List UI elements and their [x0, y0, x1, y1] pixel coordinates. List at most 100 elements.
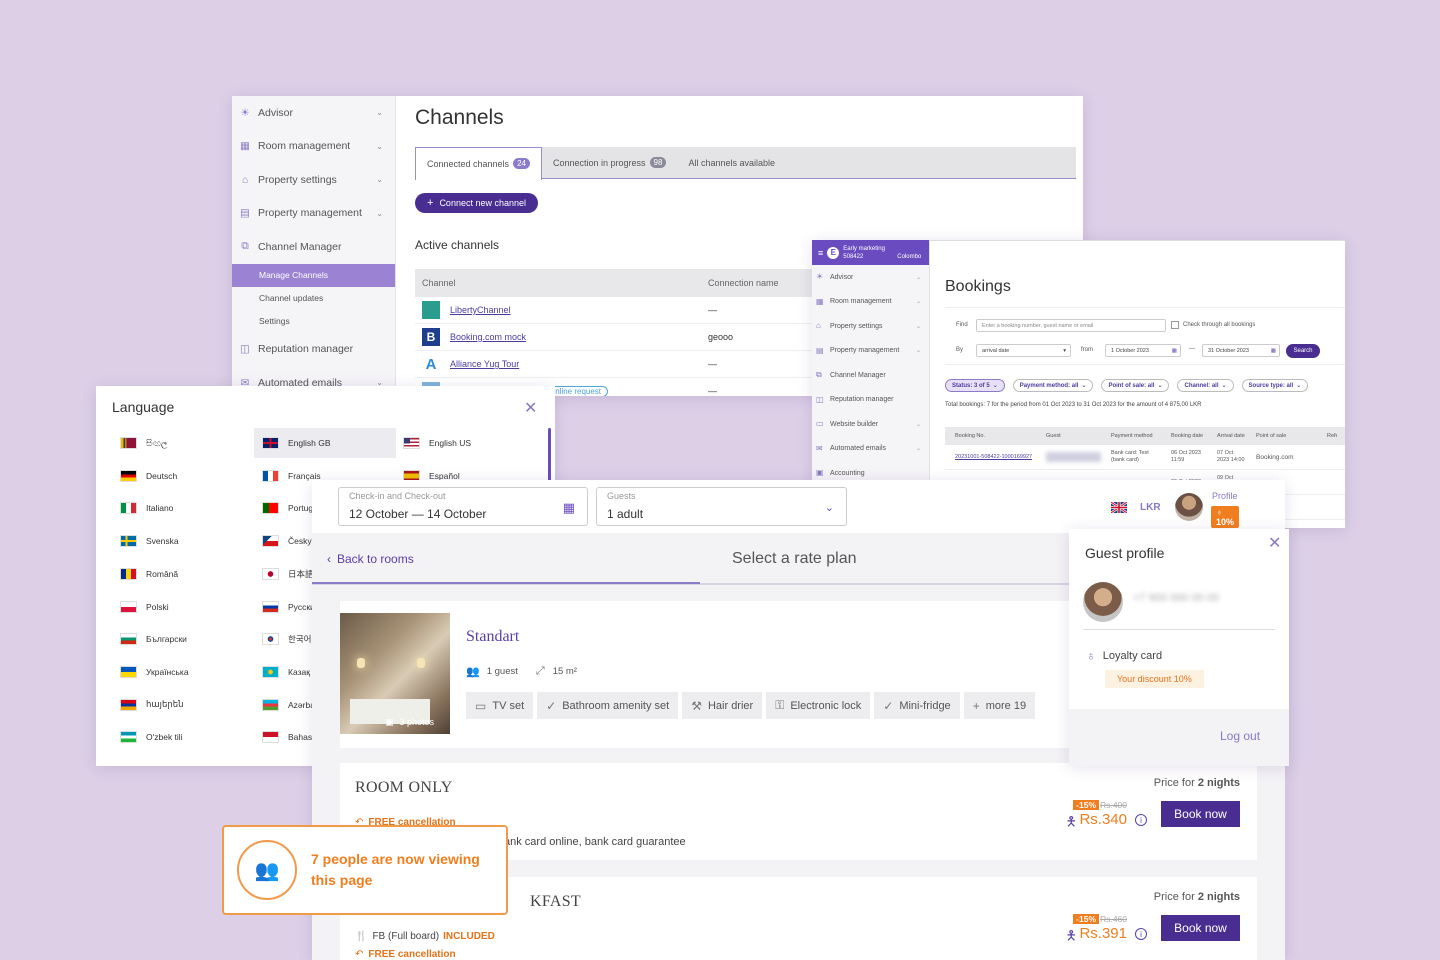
- sidebar-item[interactable]: ⌂ Property settings ⌄: [812, 314, 929, 339]
- sidebar-subitem[interactable]: Channel updates: [232, 287, 395, 310]
- room-photo[interactable]: ▣ 3 photos: [340, 613, 450, 734]
- flag-fr-icon: [262, 469, 279, 482]
- book-now-button[interactable]: Book now: [1161, 801, 1240, 827]
- tab-channels[interactable]: Connection in progress 98: [542, 147, 677, 178]
- property-header[interactable]: ≡ E Early marketing 508422 Colombo: [812, 240, 929, 265]
- sidebar-item[interactable]: ⌂ Property settings ⌄: [232, 163, 395, 197]
- search-button[interactable]: Search: [1286, 344, 1320, 358]
- currency-selector[interactable]: LKR: [1140, 502, 1161, 513]
- close-icon[interactable]: ✕: [1268, 533, 1281, 553]
- more-amenities-button[interactable]: + more 19: [963, 692, 1036, 719]
- avatar[interactable]: [1174, 493, 1203, 521]
- channel-link[interactable]: Booking.com mock: [450, 332, 526, 342]
- sidebar-item[interactable]: ◫ Reputation manager: [812, 388, 929, 413]
- sidebar-subitem[interactable]: Settings: [232, 310, 395, 333]
- logout-link[interactable]: Log out: [1220, 729, 1260, 743]
- filter-chip[interactable]: Payment method: all ⌄: [1012, 379, 1094, 392]
- dates-field[interactable]: Check-in and Check-out 12 October — 14 O…: [338, 487, 588, 526]
- amenity-chip: ⚒ Hair drier: [682, 692, 763, 719]
- sidebar-item[interactable]: ◫ Reputation manager: [232, 333, 395, 367]
- booking-search-input[interactable]: Enter a booking number, guest name or em…: [976, 319, 1166, 332]
- sidebar-item[interactable]: ⧉ Channel Manager: [812, 363, 929, 388]
- table-row[interactable]: B Booking.com mock gеооо: [415, 324, 845, 351]
- checkbox[interactable]: [1171, 321, 1179, 329]
- close-icon[interactable]: ✕: [524, 398, 537, 418]
- language-option[interactable]: հայերեն: [112, 690, 254, 720]
- sidebar-item[interactable]: ▦ Room management ⌄: [812, 290, 929, 315]
- channel-link[interactable]: Alliance Yug Tour: [450, 359, 519, 369]
- info-icon[interactable]: i: [1135, 928, 1147, 940]
- filter-chip[interactable]: Channel: all ⌄: [1177, 379, 1234, 392]
- uk-flag-icon[interactable]: [1111, 501, 1127, 513]
- photos-count[interactable]: ▣ 3 photos: [385, 717, 434, 728]
- table-row[interactable]: LibertyChannel —: [415, 297, 845, 324]
- chevron-down-icon: ⌄: [915, 299, 921, 306]
- tab-channels[interactable]: Connected channels 24: [415, 146, 542, 180]
- sidebar-item[interactable]: ☀ Advisor ⌄: [812, 265, 929, 290]
- sidebar-item[interactable]: ▤ Property management ⌄: [812, 339, 929, 364]
- scrollbar[interactable]: [548, 428, 551, 483]
- connection-name: —: [708, 386, 717, 396]
- language-option[interactable]: Polski: [112, 592, 254, 622]
- language-label: Українська: [146, 666, 189, 677]
- guests-field[interactable]: Guests 1 adult ⌄: [596, 487, 847, 526]
- filter-chip[interactable]: Source type: all ⌄: [1241, 379, 1309, 392]
- flag-cz-icon: [262, 535, 279, 548]
- amenities-list: ▭ TV set ✓ Bathroom amenity set ⚒ Hair drier ⚿…: [466, 692, 1039, 719]
- date-type-select[interactable]: arrival date ▾: [976, 344, 1071, 357]
- tab-channels[interactable]: All channels available: [677, 147, 786, 178]
- connect-channel-button[interactable]: + Connect new channel: [415, 193, 538, 213]
- language-option[interactable]: Svenska: [112, 526, 254, 556]
- medal-icon: ♁: [1086, 648, 1096, 663]
- info-icon[interactable]: i: [1135, 814, 1147, 826]
- table-cell[interactable]: 20231001-508422-1000169927: [945, 454, 1036, 461]
- language-option[interactable]: Български: [112, 624, 254, 654]
- sidebar-item-label: Reputation manager: [258, 343, 354, 356]
- sidebar-item[interactable]: ▤ Property management ⌄: [232, 197, 395, 231]
- table-row[interactable]: 20231001-508422-1000169927 Bank card: Tes…: [945, 445, 1345, 470]
- language-label: English GB: [288, 438, 331, 448]
- bookings-filter: Find Enter a booking number, guest name …: [945, 307, 1345, 365]
- loyalty-card: ♁ Loyalty card: [1086, 648, 1163, 663]
- language-option[interactable]: Deutsch: [112, 461, 254, 491]
- filter-chip[interactable]: Status: 3 of 5 ⌄: [945, 379, 1005, 392]
- language-option[interactable]: English GB: [254, 428, 396, 458]
- language-option[interactable]: Українська: [112, 657, 254, 687]
- chevron-down-icon: ⌄: [915, 348, 921, 355]
- column-header: Channel: [422, 278, 456, 288]
- menu-icon[interactable]: ≡: [818, 248, 823, 258]
- table-body: LibertyChannel — B Booking.com mock gеооо A Al…: [415, 297, 845, 396]
- rate-plan-name: ROOM ONLY: [355, 779, 453, 796]
- chevron-down-icon: ⌄: [1157, 383, 1163, 389]
- sidebar-item[interactable]: ⧉ Channel Manager: [232, 230, 395, 264]
- back-to-rooms-link[interactable]: ‹ Back to rooms: [327, 552, 414, 566]
- chevron-down-icon: ⌄: [915, 446, 921, 453]
- chevron-down-icon: ⌄: [1221, 383, 1227, 389]
- flag-id-icon: [262, 731, 279, 744]
- profile-link[interactable]: Profile: [1212, 491, 1238, 501]
- connection-name: —: [708, 359, 717, 369]
- language-option[interactable]: English US: [395, 428, 545, 458]
- check-all-bookings-checkbox[interactable]: Check through all bookings: [1171, 321, 1255, 329]
- chevron-down-icon: ⌄: [915, 421, 921, 428]
- language-option[interactable]: Română: [112, 559, 254, 589]
- sidebar-item[interactable]: ☀ Advisor ⌄: [232, 96, 395, 130]
- sidebar-subitem[interactable]: Manage Channels: [232, 263, 395, 287]
- channel-link[interactable]: LibertyChannel: [450, 305, 511, 315]
- book-now-button[interactable]: Book now: [1161, 915, 1240, 941]
- language-option[interactable]: O'zbek tili: [112, 722, 254, 752]
- sidebar-item[interactable]: ✉ Automated emails ⌄: [812, 437, 929, 462]
- step-progress: [312, 582, 700, 584]
- calendar-icon: ▦: [240, 140, 250, 153]
- language-option[interactable]: සිංහල: [112, 428, 254, 458]
- table-row[interactable]: A Alliance Yug Tour —: [415, 351, 845, 378]
- language-option[interactable]: Italiano: [112, 493, 254, 523]
- from-date-input[interactable]: 1 October 2023 ▦: [1105, 344, 1181, 357]
- sidebar-item[interactable]: ▭ Website builder ⌄: [812, 412, 929, 437]
- sidebar-item[interactable]: ▦ Room management ⌄: [232, 130, 395, 164]
- to-date-input[interactable]: 31 October 2023 ▦: [1202, 344, 1280, 357]
- new-price: Rs.340: [1079, 811, 1127, 828]
- room-name[interactable]: Standart: [466, 628, 519, 646]
- sidebar-item-label: Accounting: [830, 469, 865, 477]
- filter-chip[interactable]: Point of sale: all ⌄: [1101, 379, 1170, 392]
